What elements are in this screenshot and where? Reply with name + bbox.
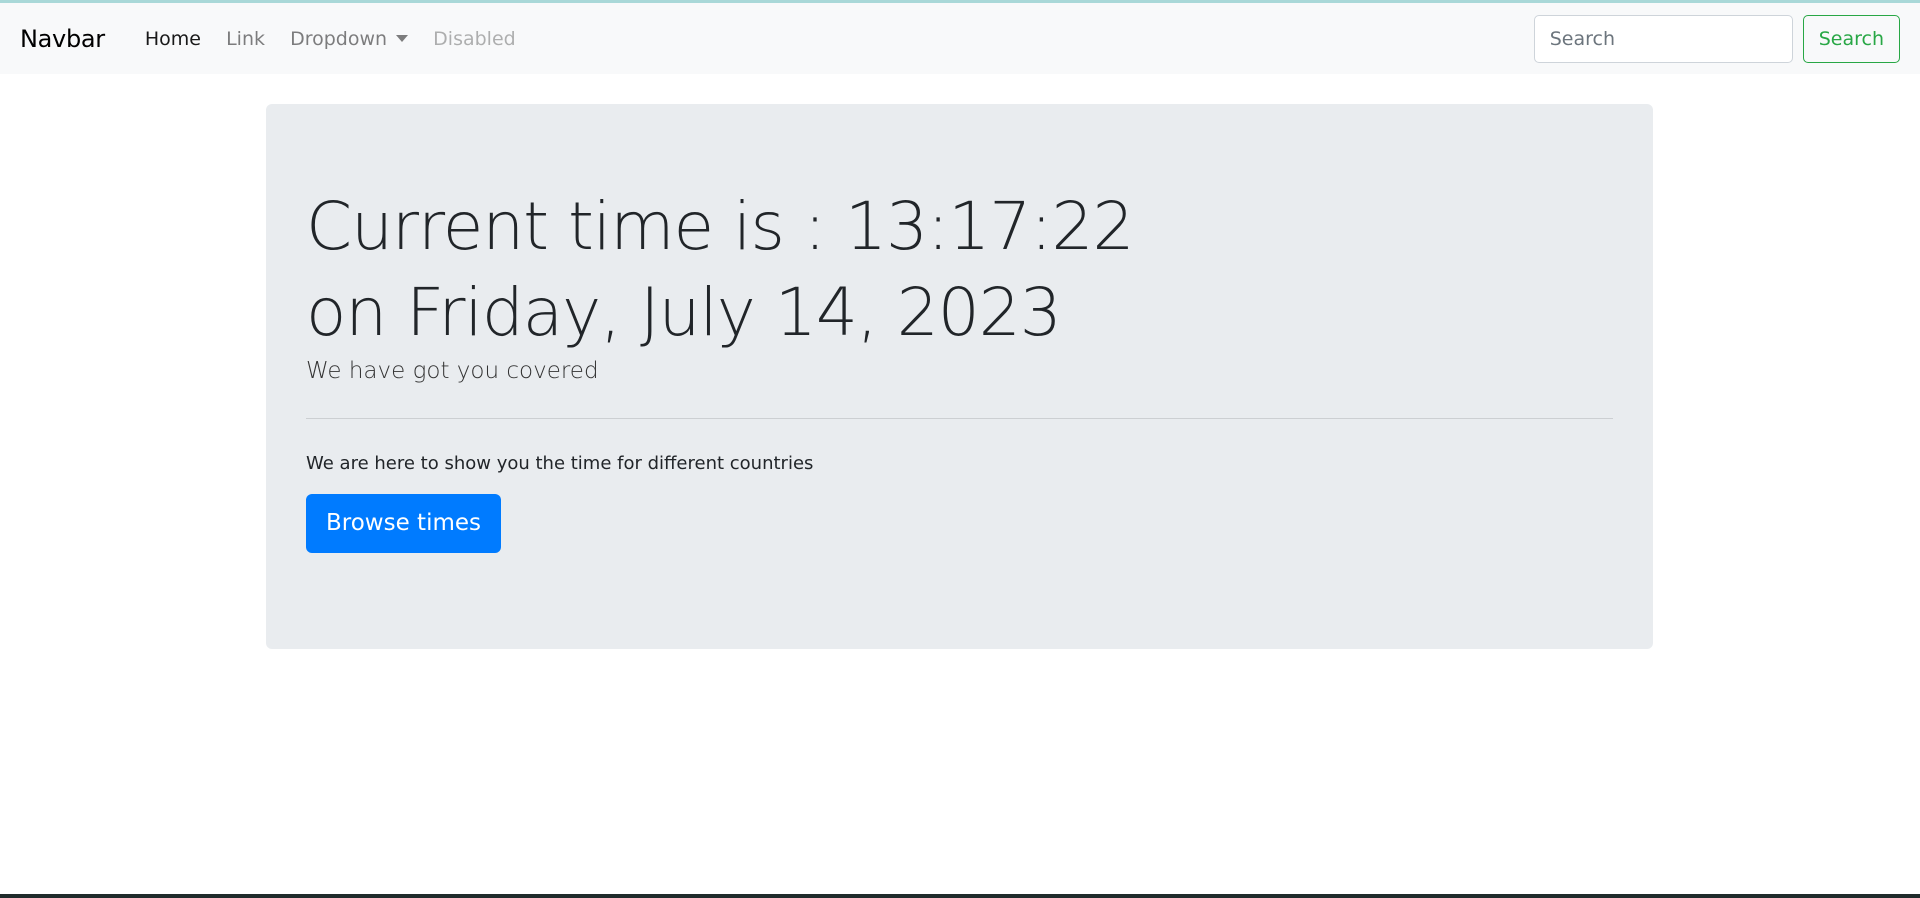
nav-link[interactable]: Link bbox=[216, 28, 275, 50]
nav-dropdown[interactable]: Dropdown bbox=[280, 28, 418, 50]
lead-text: We have got you covered bbox=[306, 358, 599, 384]
time-line: Current time is : 13:17:22 bbox=[306, 188, 1134, 265]
browse-times-button[interactable]: Browse times bbox=[306, 494, 502, 553]
search-button[interactable]: Search bbox=[1802, 14, 1900, 63]
description-text: We are here to show you the time for dif… bbox=[306, 453, 814, 474]
navbar: Navbar Home Link Dropdown Disabled Searc… bbox=[0, 3, 1920, 74]
navbar-brand[interactable]: Navbar bbox=[20, 25, 105, 53]
search-form: Search bbox=[1533, 14, 1900, 63]
jumbotron: Current time is : 13:17:22 on Friday, Jul… bbox=[266, 104, 1653, 649]
nav-dropdown-label: Dropdown bbox=[290, 27, 388, 50]
nav-links: Home Link Dropdown Disabled bbox=[135, 28, 526, 50]
divider bbox=[306, 418, 1613, 419]
caret-down-icon bbox=[396, 35, 409, 42]
date-line: on Friday, July 14, 2023 bbox=[306, 274, 1062, 351]
nav-disabled: Disabled bbox=[433, 27, 516, 50]
search-input[interactable] bbox=[1533, 14, 1793, 63]
nav-home[interactable]: Home bbox=[135, 28, 211, 50]
current-time-heading: Current time is : 13:17:22 on Friday, Jul… bbox=[306, 184, 1613, 356]
